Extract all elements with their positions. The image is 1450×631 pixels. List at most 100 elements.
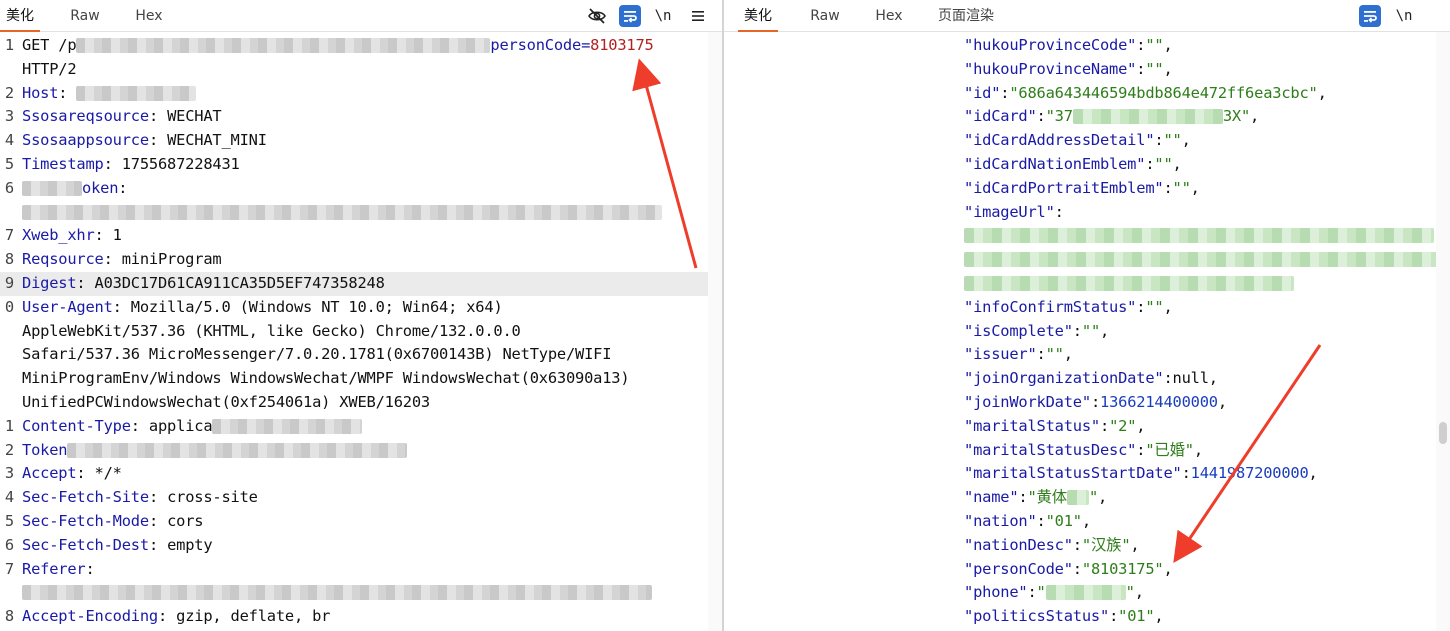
request-line: 3 Accept: */* (0, 462, 722, 486)
line-text: "nationDesc":"汉族", (964, 534, 1450, 558)
line-text: Accept: */* (22, 462, 722, 486)
request-line: 6 oken: (0, 177, 722, 201)
response-tabbar: 美化 Raw Hex 页面渲染 \n (724, 0, 1450, 32)
response-scrollbar[interactable] (1436, 32, 1450, 631)
field-value: : WECHAT_MINI (148, 131, 267, 150)
line-text: Accept-Encoding: gzip, deflate, br (22, 605, 722, 629)
line-text: "id":"686a643446594bdb864e472ff6ea3cbc", (964, 82, 1450, 106)
field-value: HTTP/2 (22, 59, 77, 78)
tab-hex[interactable]: Hex (133, 0, 165, 31)
field-value: : (1036, 512, 1046, 530)
field-value: , (1134, 583, 1144, 602)
wrap-icon[interactable] (619, 5, 641, 27)
field-value: : WECHAT (148, 107, 222, 126)
request-line: 5 Timestamp: 1755687228431 (0, 153, 722, 177)
field-value: : (1054, 202, 1064, 221)
field-name: "politicsStatus" (964, 607, 1110, 626)
field-value: :null, (1163, 369, 1218, 388)
field-name: "joinOrganizationDate" (964, 369, 1164, 388)
request-line: 2 Host: (0, 82, 722, 106)
scrollbar-thumb[interactable] (1439, 422, 1447, 444)
response-line (724, 224, 1450, 248)
newline-toggle[interactable]: \n (652, 5, 674, 27)
request-line: 8 Reqsource: miniProgram (0, 248, 722, 272)
field-value: 1366214400000 (1100, 393, 1218, 411)
line-text: "imageUrl": (964, 201, 1450, 225)
line-text: "hukouProvinceName":"", (964, 58, 1450, 82)
request-line (0, 201, 722, 225)
line-text: Reqsource: miniProgram (22, 248, 722, 272)
field-value: , (1163, 36, 1173, 54)
line-text: "infoConfirmStatus":"", (964, 296, 1450, 320)
menu-icon[interactable] (687, 5, 709, 27)
field-name: "id" (964, 83, 1001, 102)
line-number: 3 (4, 107, 14, 126)
response-line: "phone":" ", (724, 581, 1450, 605)
response-line: "infoConfirmStatus":"", (724, 296, 1450, 320)
line-text: "issuer":"", (964, 343, 1450, 367)
line-text: Ssosaappsource: WECHAT_MINI (22, 129, 722, 153)
field-value: : (1072, 321, 1082, 340)
line-text: Content-Type: applica (22, 415, 722, 439)
response-line (724, 272, 1450, 296)
line-text: "joinWorkDate":1366214400000, (964, 391, 1450, 415)
field-value: "" (1045, 345, 1064, 364)
redacted-text (1066, 490, 1089, 506)
response-editor[interactable]: "hukouProvinceCode":"", "hukouProvinceNam… (724, 32, 1450, 631)
line-text: Sec-Fetch-Dest: empty (22, 534, 722, 558)
response-line: "nationDesc":"汉族", (724, 534, 1450, 558)
field-name: "idCardNationEmblem" (964, 155, 1146, 173)
field-value: : 1755687228431 (103, 155, 240, 173)
line-text: Safari/537.36 MicroMessenger/7.0.20.1781… (22, 343, 722, 367)
field-value: : (1100, 416, 1110, 435)
field-value: , (1098, 488, 1108, 507)
newline-toggle[interactable]: \n (1393, 5, 1415, 27)
redacted-text (964, 276, 1294, 291)
field-value: : */* (76, 464, 122, 483)
field-value: " (1088, 488, 1099, 507)
response-line: "name":"黄体 ", (724, 486, 1450, 510)
line-text: Sec-Fetch-Site: cross-site (22, 486, 722, 510)
field-name: Sec-Fetch-Site (22, 488, 149, 507)
field-value: UnifiedPCWindowsWechat(0xf254061a) XWEB/… (22, 393, 430, 411)
line-text: Xweb_xhr: 1 (22, 224, 722, 248)
tab-pretty[interactable]: 美化 (0, 0, 40, 32)
field-name: Timestamp (22, 155, 104, 173)
field-name: "idCard" (964, 107, 1037, 126)
field-value: : (1136, 59, 1146, 78)
field-name: Xweb_xhr (22, 226, 95, 245)
field-name: Digest (22, 274, 77, 292)
tab-raw[interactable]: Raw (808, 0, 842, 31)
line-text: MiniProgramEnv/Windows WindowsWechat/WMP… (22, 367, 722, 391)
line-text (964, 224, 1450, 248)
line-number: 6 (4, 535, 14, 554)
line-number: 1 (4, 36, 14, 54)
request-scrollbar[interactable] (708, 32, 722, 631)
field-name: "personCode" (964, 559, 1073, 578)
field-value: , (1081, 512, 1091, 530)
request-editor[interactable]: 1 GET /p personCode=8103175 HTTP/2 2 Host: 3S… (0, 32, 722, 631)
tab-raw[interactable]: Raw (68, 0, 102, 31)
response-line: "isComplete":"", (724, 320, 1450, 344)
field-name: personCode= (490, 36, 591, 54)
field-value: "" (1163, 131, 1182, 150)
field-name: "maritalStatus" (964, 416, 1100, 435)
wrap-icon[interactable] (1359, 5, 1381, 27)
redacted-text (22, 180, 82, 196)
tab-pretty[interactable]: 美化 (738, 0, 778, 32)
request-line: 1 GET /p personCode=8103175 (0, 34, 722, 58)
field-value: : (1136, 36, 1146, 54)
field-value: : gzip, deflate, br (158, 607, 331, 626)
tab-hex[interactable]: Hex (873, 0, 905, 31)
tab-render[interactable]: 页面渲染 (936, 0, 996, 31)
line-text: "joinOrganizationDate":null, (964, 367, 1450, 391)
line-number: 2 (4, 440, 14, 459)
field-value: , (1308, 464, 1318, 483)
hide-icon[interactable] (586, 5, 608, 27)
field-value: : (1109, 607, 1119, 626)
line-number: 7 (4, 559, 14, 578)
line-text (964, 272, 1450, 296)
field-value: "黄体 (1027, 488, 1067, 507)
field-value: MiniProgramEnv/Windows WindowsWechat/WMP… (22, 369, 630, 388)
line-text: Timestamp: 1755687228431 (22, 153, 722, 177)
